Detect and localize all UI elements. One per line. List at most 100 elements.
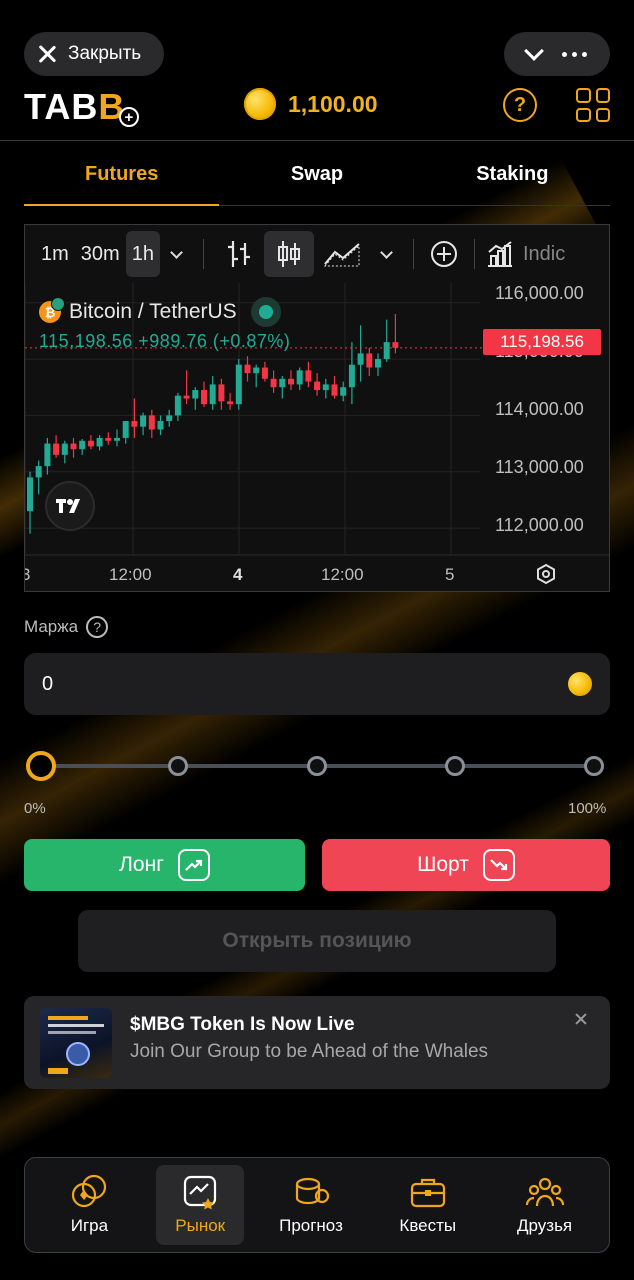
interval-1m[interactable]: 1m (35, 231, 75, 277)
slider-thumb[interactable] (26, 751, 56, 781)
slider-stop-25[interactable] (168, 756, 188, 776)
candle-body (296, 370, 303, 385)
quote-line: 115,198.56 +989.76 (+0.87%) (39, 331, 290, 352)
close-icon[interactable] (574, 1012, 588, 1026)
area-chart-icon[interactable] (314, 231, 370, 277)
candle-body (314, 381, 321, 391)
tab-futures[interactable]: Futures (24, 144, 220, 206)
candle-body (340, 387, 347, 396)
nav-label: Квесты (399, 1216, 457, 1235)
candle-body (183, 395, 190, 399)
open-position-button[interactable]: Открыть позицию (78, 910, 556, 972)
coin-icon (244, 88, 276, 120)
tab-swap[interactable]: Swap (219, 144, 414, 205)
close-icon (36, 43, 58, 65)
promo-title: $MBG Token Is Now Live (130, 1014, 355, 1035)
candle-body (79, 440, 86, 450)
margin-help-icon[interactable]: ? (86, 616, 109, 638)
nav-item-forecast[interactable]: Прогноз (261, 1165, 361, 1245)
help-icon[interactable]: ? (503, 88, 537, 122)
candle-body (261, 367, 268, 379)
tab-staking[interactable]: Staking (415, 144, 610, 205)
bitcoin-icon: ₿ (39, 297, 65, 323)
margin-slider[interactable] (24, 748, 610, 784)
candle-body (105, 437, 112, 441)
more-icon[interactable] (562, 51, 588, 57)
candle-body (53, 443, 60, 455)
x-tick-label: 5 (445, 565, 455, 584)
chart-settings-icon[interactable] (535, 563, 557, 585)
slider-stop-75[interactable] (445, 756, 465, 776)
bottom-navigation: Игра Рынок Прогноз Квесты Друзья (24, 1157, 610, 1253)
chart-toolbar: 1m 30m 1h Indic (25, 225, 609, 283)
indicators-icon[interactable] (485, 231, 515, 277)
toolbar-divider (473, 239, 475, 269)
y-tick-label: 114,000.00 (495, 399, 584, 419)
nav-label: Рынок (175, 1216, 226, 1235)
candle-body (253, 367, 260, 374)
app-logo: TAB B + (24, 86, 140, 128)
promo-banner[interactable]: $MBG Token Is Now Live Join Our Group to… (24, 996, 610, 1089)
candle-body (218, 384, 225, 402)
candle-body (227, 401, 234, 405)
candle-body (44, 443, 51, 467)
candle-body (96, 437, 103, 447)
slider-stop-100[interactable] (584, 756, 604, 776)
toolbar-divider (202, 239, 204, 269)
long-button[interactable]: Лонг (24, 839, 305, 891)
y-tick-label: 113,000.00 (495, 457, 584, 477)
margin-label: Маржа (24, 617, 79, 636)
candle-body (209, 384, 216, 405)
balance-amount: 1,100.00 (288, 90, 378, 117)
candle-body (348, 364, 355, 388)
close-button[interactable]: Закрыть (24, 32, 164, 76)
candles-chart-icon[interactable] (263, 231, 314, 277)
slider-stop-50[interactable] (307, 756, 327, 776)
tradingview-logo-icon[interactable] (45, 481, 95, 531)
candle-body (322, 384, 329, 391)
candle-body (201, 390, 207, 405)
window-menu[interactable] (504, 32, 610, 76)
nav-item-game[interactable]: Игра (39, 1165, 139, 1245)
coin-icon (568, 672, 592, 696)
x-tick-label: 3 (25, 565, 30, 585)
slider-min-label: 0% (24, 800, 46, 817)
price-chart[interactable]: 1m 30m 1h Indic ₿ Bitcoin / TetherUS 115… (24, 224, 610, 592)
nav-item-quests[interactable]: Квесты (378, 1165, 478, 1245)
long-label: Лонг (119, 853, 164, 876)
nav-item-market[interactable]: Рынок (156, 1165, 245, 1245)
margin-input[interactable]: 0 (24, 653, 610, 715)
interval-1h[interactable]: 1h (125, 231, 160, 277)
nav-item-friends[interactable]: Друзья (495, 1165, 595, 1245)
margin-value[interactable]: 0 (42, 673, 53, 696)
candle-body (383, 342, 390, 360)
logo-plus-icon: + (119, 107, 140, 127)
x-tick-label: 12:00 (109, 565, 152, 584)
indicators-label[interactable]: Indic (523, 243, 565, 266)
candle-body (174, 395, 181, 416)
y-tick-label: 116,000.00 (495, 283, 584, 303)
symbol-header: ₿ Bitcoin / TetherUS (39, 297, 281, 327)
chevron-down-icon[interactable] (523, 41, 544, 61)
short-label: Шорт (417, 853, 469, 876)
short-button[interactable]: Шорт (322, 839, 610, 891)
nav-label: Игра (70, 1216, 109, 1235)
candle-body (331, 384, 338, 396)
price-change-pct: (+0.87%) (212, 331, 291, 351)
apps-grid-icon[interactable] (576, 88, 610, 122)
bars-chart-icon[interactable] (214, 231, 264, 277)
candle-body (122, 421, 129, 438)
candle-body (357, 353, 364, 365)
x-tick-label: 4 (233, 565, 243, 584)
candle-body (166, 415, 173, 422)
add-indicator-icon[interactable] (424, 231, 464, 277)
forecast-icon (295, 1177, 330, 1205)
chart-type-dropdown-icon[interactable] (380, 245, 393, 259)
trade-tabs: Futures Swap Staking (24, 144, 610, 206)
promo-subtitle: Join Our Group to be Ahead of the Whales (130, 1041, 489, 1062)
candle-body (35, 466, 42, 478)
quests-icon (410, 1178, 445, 1208)
interval-30m[interactable]: 30m (75, 231, 126, 277)
candle-body (375, 359, 381, 368)
interval-dropdown-icon[interactable] (170, 245, 183, 259)
